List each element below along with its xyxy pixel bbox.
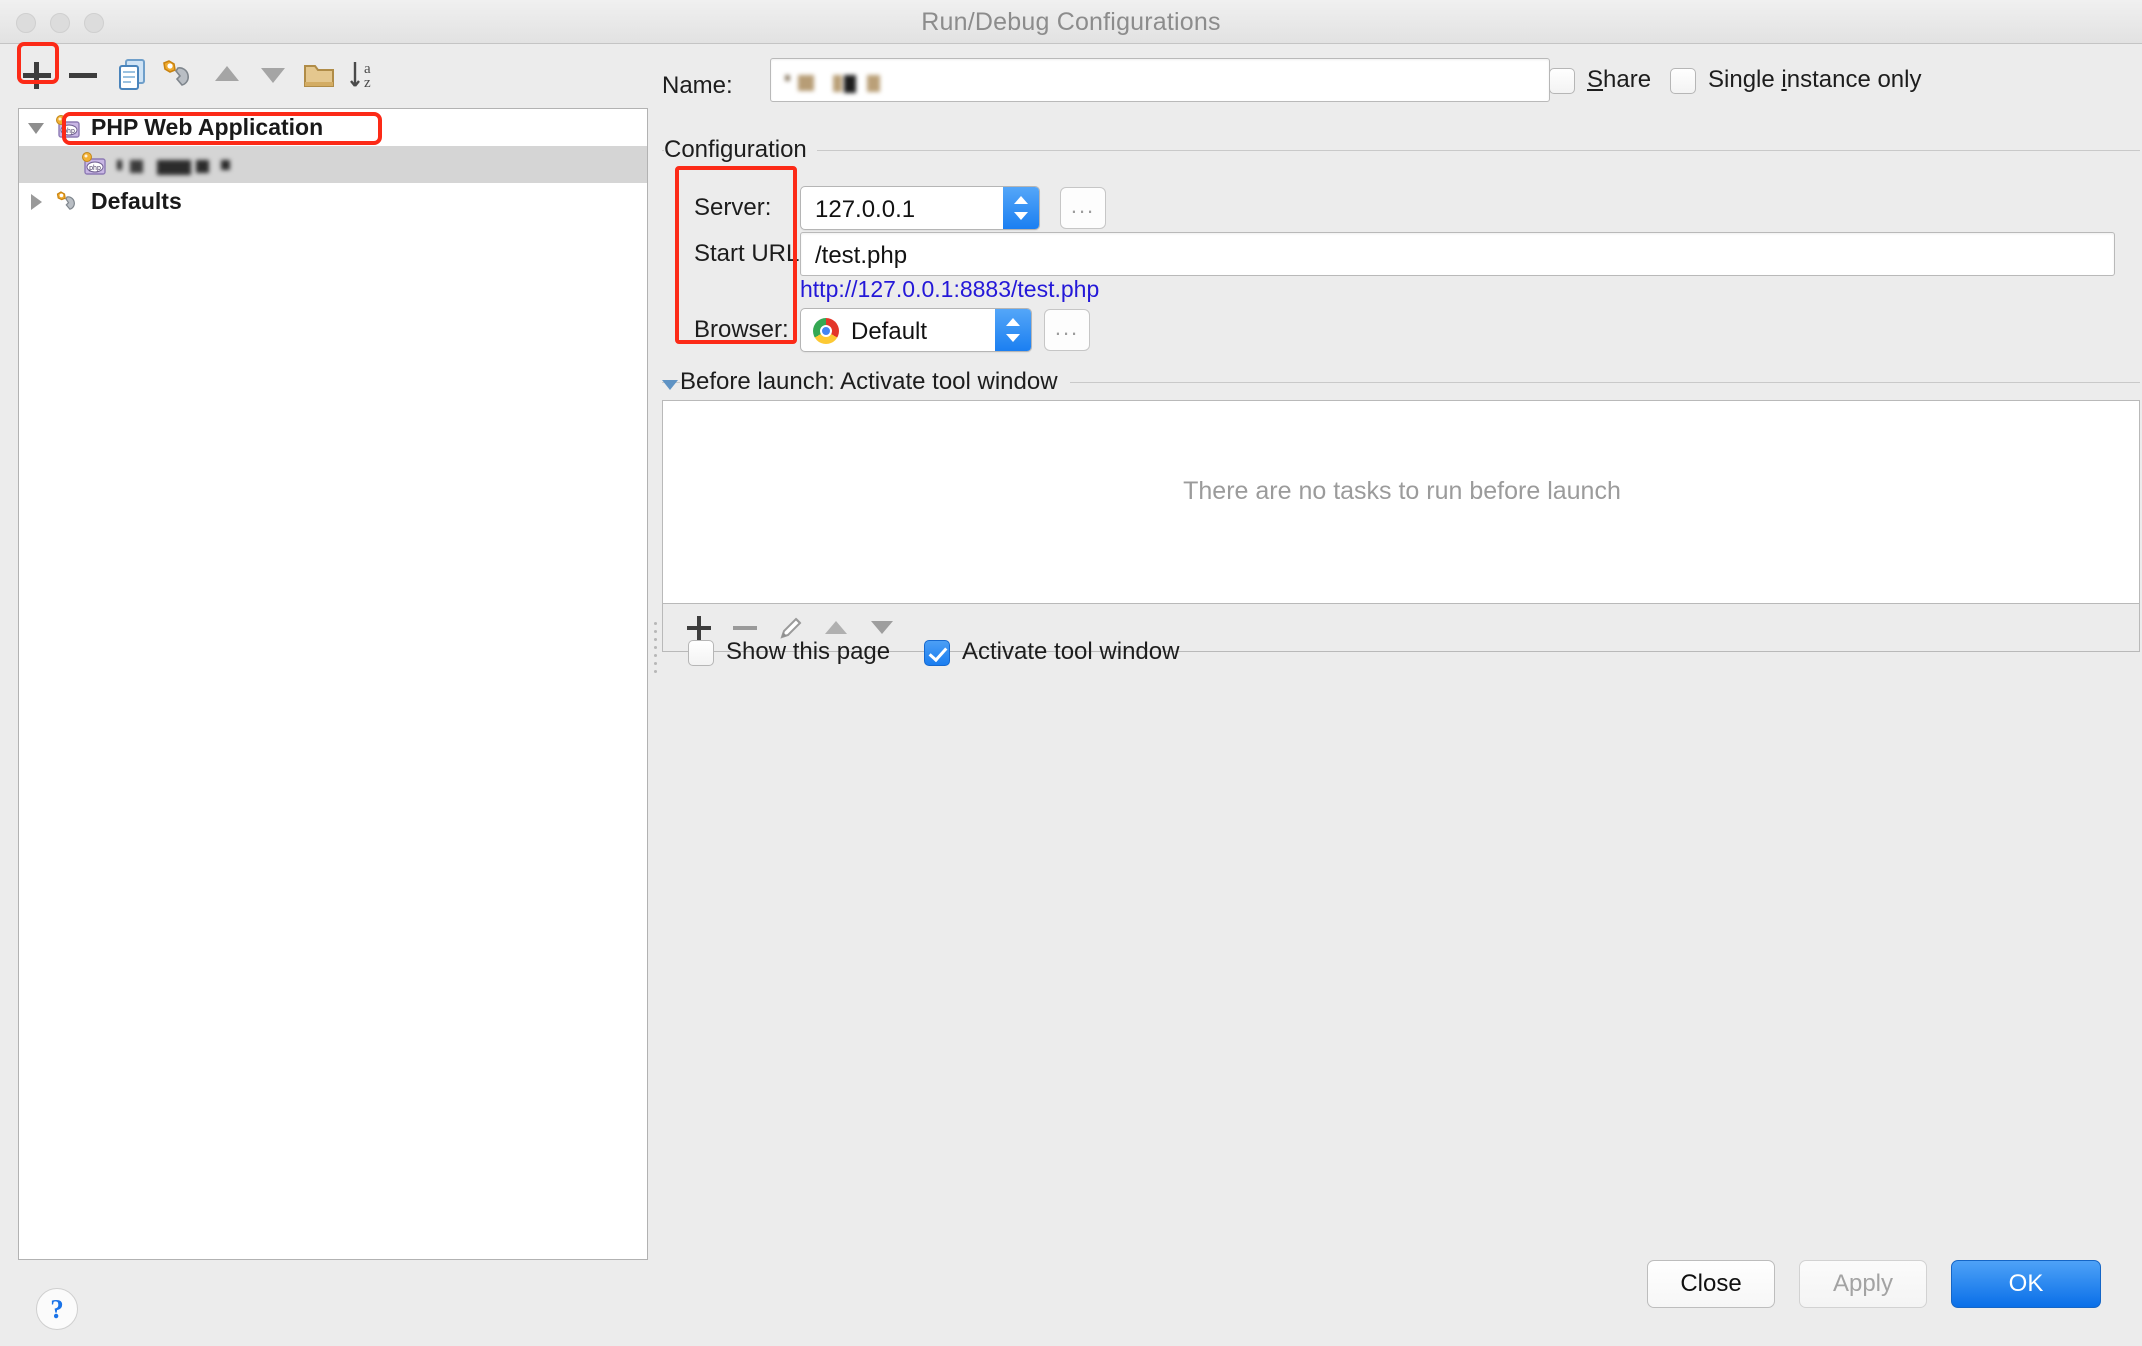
before-launch-tasks-list[interactable]: There are no tasks to run before launch (662, 400, 2140, 604)
wrench-icon (163, 60, 189, 86)
move-down-button[interactable] (250, 52, 296, 98)
tree-item-defaults[interactable]: Defaults (19, 183, 647, 220)
tree-item-label: PHP Web Application (91, 114, 324, 140)
share-label: Share (1587, 66, 1652, 93)
apply-button[interactable]: Apply (1799, 1260, 1927, 1308)
server-select[interactable]: 127.0.0.1 (800, 186, 1040, 230)
activate-tool-window-label: Activate tool window (962, 638, 1180, 665)
move-up-button[interactable] (204, 52, 250, 98)
tree-item-php-web-application[interactable]: php PHP Web Application (19, 109, 647, 146)
start-url-label: Start URL: (694, 240, 807, 267)
stepper-icon[interactable] (1003, 187, 1039, 229)
single-instance-label: Single instance only (1708, 66, 1922, 93)
remove-configuration-button[interactable] (60, 52, 106, 98)
start-url-value: /test.php (815, 242, 908, 269)
sort-az-icon: a z (350, 61, 371, 91)
folder-icon (304, 65, 334, 87)
name-label: Name: (662, 72, 733, 99)
name-input[interactable] (770, 58, 1550, 102)
tree-item-label: Defaults (91, 188, 182, 214)
sort-alphabetically-button[interactable]: a z (342, 52, 388, 98)
triangle-up-icon (215, 66, 239, 81)
svg-text:php: php (89, 165, 101, 172)
configuration-editor-pane: Name: Share Single instance only Configu… (662, 44, 2142, 1346)
name-value-redacted (785, 71, 895, 93)
single-instance-checkbox[interactable] (1670, 68, 1696, 94)
browser-select[interactable]: Default (800, 308, 1032, 352)
add-configuration-button[interactable] (14, 52, 60, 98)
before-launch-empty-message: There are no tasks to run before launch (1183, 477, 1621, 505)
close-button[interactable]: Close (1647, 1260, 1775, 1308)
activate-tool-window-checkbox[interactable] (924, 640, 950, 666)
browser-label: Browser: (694, 316, 789, 343)
tree-item-configuration-selected[interactable]: php (19, 146, 647, 183)
chevron-right-icon (31, 194, 42, 210)
php-web-application-icon: php (82, 151, 106, 175)
wrench-icon (56, 190, 75, 210)
window-title-bar: Run/Debug Configurations (0, 0, 2142, 44)
edit-defaults-button[interactable] (156, 52, 202, 98)
minus-icon (60, 52, 106, 98)
ok-button[interactable]: OK (1951, 1260, 2101, 1308)
show-this-page-checkbox[interactable] (688, 640, 714, 666)
configuration-group-legend: Configuration (664, 136, 817, 164)
triangle-down-icon (261, 68, 285, 83)
svg-text:php: php (63, 128, 75, 135)
start-url-input[interactable]: /test.php (800, 232, 2115, 276)
copy-icon (119, 59, 145, 90)
svg-text:z: z (364, 75, 371, 91)
tree-item-label-redacted (117, 154, 237, 176)
before-launch-legend: Before launch: Activate tool window (680, 368, 1070, 396)
show-this-page-label: Show this page (726, 638, 891, 665)
triangle-down-icon (871, 621, 893, 634)
browser-browse-button[interactable]: ... (1044, 309, 1090, 351)
configuration-group-line (662, 150, 2140, 151)
chrome-icon (813, 318, 839, 344)
configurations-toolbar: a z (0, 44, 648, 109)
stepper-icon[interactable] (995, 309, 1031, 351)
help-button[interactable]: ? (36, 1288, 78, 1330)
share-checkbox[interactable] (1549, 68, 1575, 94)
window-title: Run/Debug Configurations (921, 8, 1221, 36)
browser-value: Default (851, 318, 928, 345)
chevron-down-icon (28, 123, 44, 134)
create-folder-button[interactable] (296, 52, 342, 98)
copy-configuration-button[interactable] (110, 52, 156, 98)
expand-collapse-toggle-defaults[interactable] (19, 183, 53, 220)
resolved-url-link[interactable]: http://127.0.0.1:8883/test.php (800, 276, 1099, 303)
server-browse-button[interactable]: ... (1060, 187, 1106, 229)
server-label: Server: (694, 194, 772, 221)
server-value: 127.0.0.1 (815, 196, 916, 223)
before-launch-collapse-icon[interactable] (662, 380, 678, 390)
panel-splitter[interactable] (650, 620, 662, 680)
expand-collapse-toggle[interactable] (19, 109, 53, 146)
triangle-up-icon (825, 621, 847, 634)
php-web-application-icon: php (56, 114, 80, 138)
plus-icon (14, 52, 60, 98)
configurations-tree[interactable]: php PHP Web Application php Defaults (18, 108, 648, 1260)
